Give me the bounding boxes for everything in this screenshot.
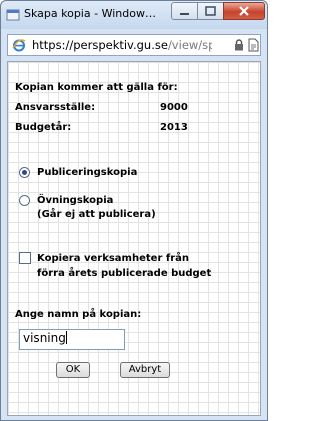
internet-explorer-icon [12,39,26,52]
dialog-content: Kopian kommer att gälla för: Ansvarsstäl… [7,61,261,416]
maximize-icon [205,6,216,16]
text-caret [65,331,67,344]
ansvar-value: 9000 [160,102,188,113]
popup-window: Skapa kopia - Window… https://perspektiv… [0,0,268,421]
copy-activities-checkbox[interactable] [19,252,31,264]
ansvar-label: Ansvarsställe: [15,102,96,113]
url-text: https://perspektiv.gu.se/view/spara… [32,38,212,52]
copy-name-input[interactable]: visning [19,329,125,350]
address-bar[interactable]: https://perspektiv.gu.se/view/spara… [7,34,261,56]
lock-icon[interactable] [234,39,244,51]
publiceringskopia-radio[interactable] [19,167,30,178]
maximize-button[interactable] [197,2,224,20]
window-title: Skapa kopia - Window… [24,7,156,20]
budget-value: 2013 [160,122,188,133]
close-icon [239,6,249,16]
ok-button[interactable]: OK [56,362,90,378]
minimize-button[interactable] [171,2,198,20]
ovningskopia-radio[interactable] [19,195,30,206]
heading-label: Kopian kommer att gälla för: [15,82,178,93]
cancel-button[interactable]: Avbryt [120,362,170,378]
ovningskopia-note: (Går ej att publicera) [37,209,156,220]
copy-activities-label-line2[interactable]: förra årets publicerade budget [37,268,211,279]
close-button[interactable] [223,2,265,20]
copy-name-value: visning [23,331,66,345]
browser-window-icon [6,9,20,21]
title-bar[interactable]: Skapa kopia - Window… [1,1,267,29]
copy-activities-label-line1[interactable]: Kopiera verksamheter från [37,253,189,264]
budget-label: Budgetår: [15,122,72,133]
minimize-icon [180,13,189,15]
ovningskopia-label[interactable]: Övningskopia [37,195,113,206]
compatibility-view-icon[interactable] [248,38,259,52]
publiceringskopia-label[interactable]: Publiceringskopia [37,167,137,178]
name-label: Ange namn på kopian: [15,309,142,320]
